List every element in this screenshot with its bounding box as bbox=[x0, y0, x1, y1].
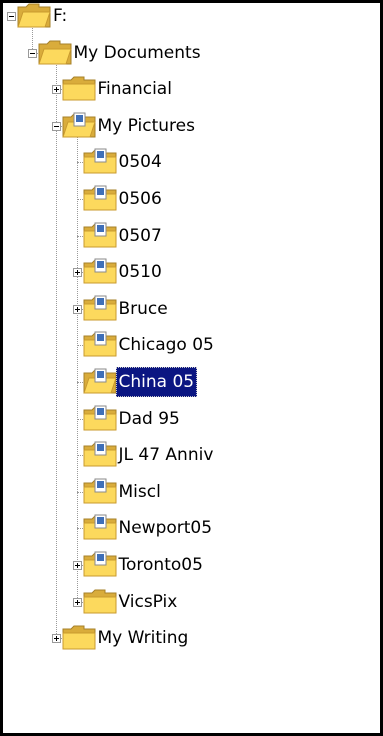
tree-item-label[interactable]: Chicago 05 bbox=[116, 330, 217, 360]
tree-item-label[interactable]: Miscl bbox=[116, 477, 164, 507]
picture-folder-icon bbox=[83, 331, 117, 358]
picture-folder-icon bbox=[83, 441, 117, 468]
expand-toggle[interactable] bbox=[72, 561, 82, 570]
tree-item-label[interactable]: JL 47 Anniv bbox=[116, 440, 217, 470]
picture-folder-icon bbox=[83, 551, 117, 578]
tree-item-label[interactable]: 0507 bbox=[116, 221, 165, 251]
plus-icon bbox=[76, 306, 78, 312]
picture-folder-icon bbox=[83, 405, 117, 432]
collapse-toggle[interactable] bbox=[7, 12, 16, 21]
folder-tree[interactable]: F: My Documents Financial My Pictures 0504 05… bbox=[3, 3, 380, 733]
plus-icon bbox=[55, 87, 57, 93]
picture-folder-icon bbox=[83, 514, 117, 541]
plus-icon bbox=[76, 599, 78, 605]
tree-item-label[interactable]: My Pictures bbox=[95, 111, 198, 141]
tree-item-label[interactable]: China 05 bbox=[115, 367, 198, 397]
tree-item-label[interactable]: 0510 bbox=[116, 257, 165, 287]
tree-item-label[interactable]: Newport05 bbox=[116, 513, 216, 543]
tree-item-label[interactable]: Bruce bbox=[116, 294, 171, 324]
tree-item-label[interactable]: VicsPix bbox=[116, 587, 181, 617]
expand-toggle[interactable] bbox=[72, 304, 82, 314]
expand-toggle[interactable] bbox=[72, 268, 82, 278]
tree-item-label[interactable]: My Writing bbox=[95, 623, 192, 653]
minus-icon bbox=[9, 16, 14, 17]
plus-icon bbox=[76, 270, 78, 276]
tree-connector-line bbox=[55, 58, 57, 639]
picture-folder-icon bbox=[83, 295, 117, 322]
tree-item-label[interactable]: F: bbox=[50, 3, 70, 31]
folder-icon bbox=[37, 39, 72, 66]
tree-item-label[interactable]: Dad 95 bbox=[116, 404, 183, 434]
folder-tree-pane: F: My Documents Financial My Pictures 0504 05… bbox=[0, 0, 383, 736]
plus-icon bbox=[55, 636, 57, 642]
expand-toggle[interactable] bbox=[51, 634, 61, 644]
tree-item-label[interactable]: 0504 bbox=[116, 147, 165, 177]
picture-folder-icon bbox=[83, 185, 117, 212]
picture-folder-icon bbox=[82, 368, 117, 395]
picture-folder-icon bbox=[83, 478, 117, 505]
picture-folder-icon bbox=[61, 112, 96, 139]
folder-icon bbox=[83, 588, 117, 615]
collapse-toggle[interactable] bbox=[27, 48, 37, 58]
picture-folder-icon bbox=[83, 258, 117, 285]
tree-item-label[interactable]: My Documents bbox=[71, 38, 204, 68]
tree-item-label[interactable]: Financial bbox=[95, 74, 175, 104]
minus-icon bbox=[29, 52, 35, 54]
folder-icon bbox=[17, 3, 51, 29]
picture-folder-icon bbox=[83, 222, 117, 249]
folder-icon bbox=[62, 75, 96, 102]
tree-item-label[interactable]: Toronto05 bbox=[116, 550, 206, 580]
tree-item-label[interactable]: 0506 bbox=[116, 184, 165, 214]
picture-folder-icon bbox=[83, 148, 117, 175]
minus-icon bbox=[53, 125, 59, 127]
tree-connector-line bbox=[76, 131, 78, 602]
plus-icon bbox=[76, 563, 78, 568]
expand-toggle[interactable] bbox=[51, 85, 61, 95]
folder-icon bbox=[62, 624, 96, 651]
collapse-toggle[interactable] bbox=[51, 121, 61, 131]
expand-toggle[interactable] bbox=[72, 597, 82, 607]
